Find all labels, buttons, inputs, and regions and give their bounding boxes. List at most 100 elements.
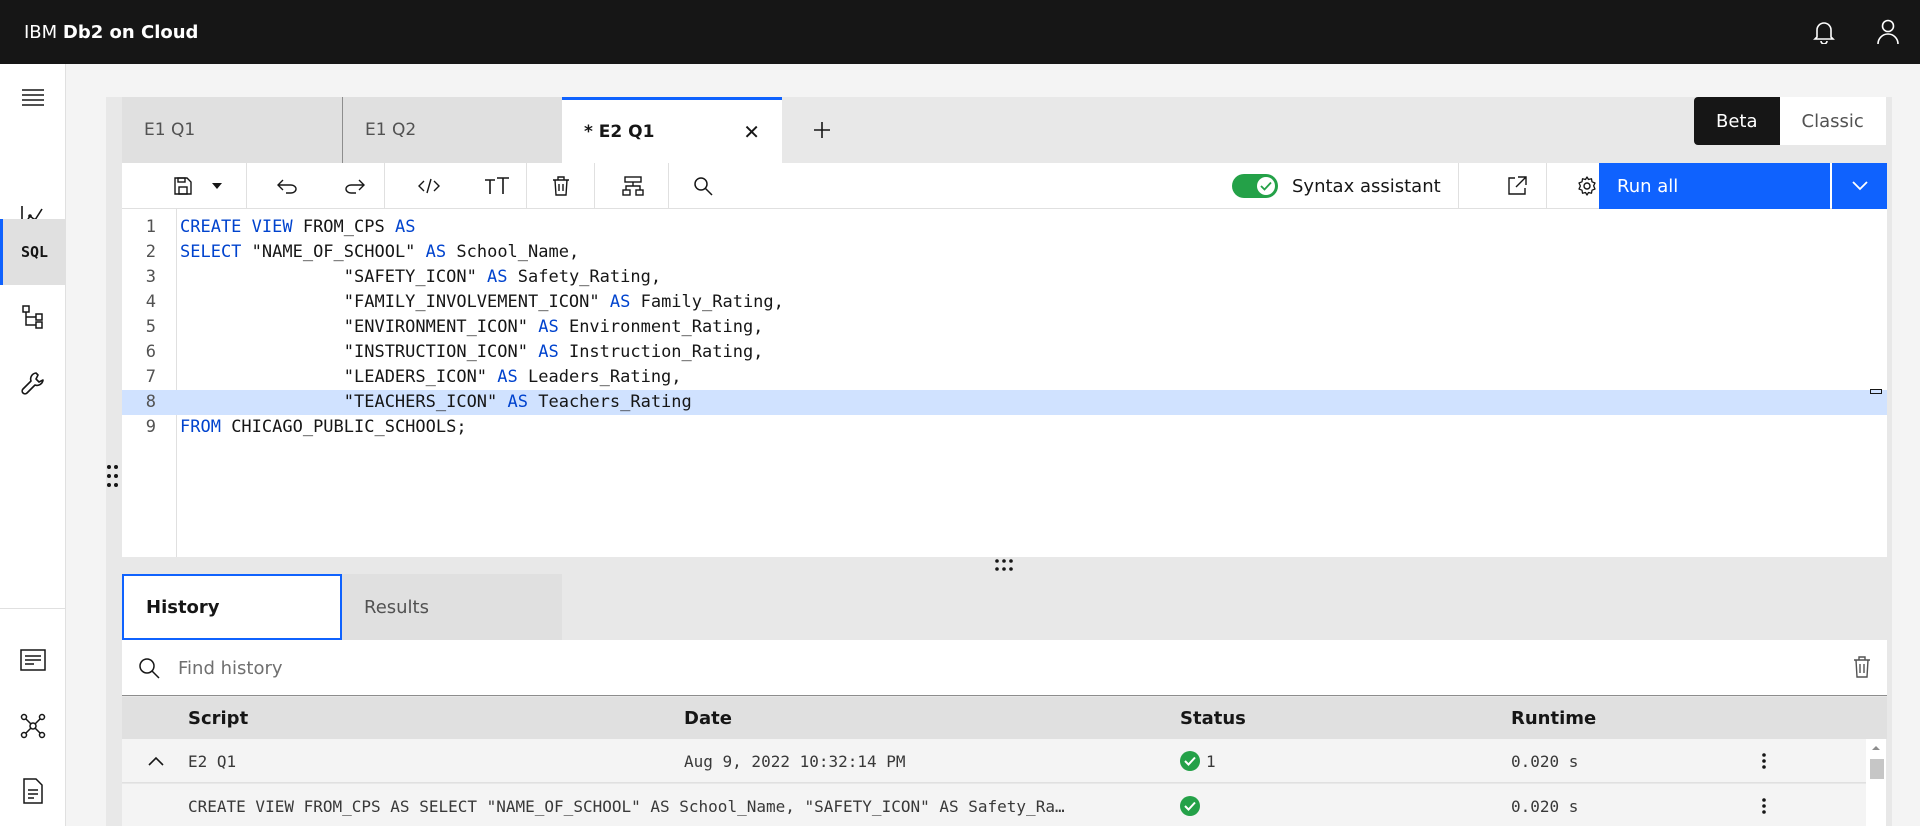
history-scrollbar[interactable] — [1866, 739, 1886, 826]
sql-token: "ENVIRONMENT_ICON" — [180, 317, 539, 337]
column-date[interactable]: Date — [684, 697, 732, 739]
sidebar-item-sql[interactable]: SQL — [0, 219, 66, 285]
syntax-assistant-label: Syntax assistant — [1292, 175, 1441, 197]
classic-button[interactable]: Classic — [1779, 97, 1886, 145]
code-line[interactable]: 8 "TEACHERS_ICON" AS Teachers_Rating — [122, 390, 1887, 415]
format-code-button[interactable] — [404, 163, 454, 209]
code-line[interactable]: 3 "SAFETY_ICON" AS Safety_Rating, — [122, 265, 1887, 290]
sql-token: "FAMILY_INVOLVEMENT_ICON" — [180, 292, 610, 312]
sql-token: Safety_Rating, — [507, 267, 662, 287]
overflow-menu-icon[interactable] — [1762, 784, 1766, 826]
code-line[interactable]: 1 CREATE VIEW FROM_CPS AS — [122, 215, 1887, 240]
tab-label: * E2 Q1 — [584, 121, 655, 142]
sql-token: Family_Rating, — [630, 292, 784, 312]
column-runtime[interactable]: Runtime — [1511, 697, 1596, 739]
sql-editor[interactable]: 1 CREATE VIEW FROM_CPS AS 2 SELECT "NAME_OF… — [122, 209, 1887, 557]
run-options-dropdown[interactable] — [1832, 163, 1887, 209]
sql-token: "LEADERS_ICON" — [180, 367, 498, 387]
code-line[interactable]: 7 "LEADERS_ICON" AS Leaders_Rating, — [122, 365, 1887, 390]
sql-token: "INSTRUCTION_ICON" — [180, 342, 539, 362]
toolbar-separator — [1458, 163, 1459, 209]
history-table-header: Script Date Status Runtime — [122, 697, 1887, 739]
document-icon[interactable] — [0, 758, 66, 824]
sql-token: "TEACHERS_ICON" — [180, 392, 508, 412]
sql-token: "SAFETY_ICON" — [180, 267, 488, 287]
line-number: 6 — [145, 342, 156, 362]
resize-handle-icon[interactable] — [994, 558, 1014, 572]
sql-token: Instruction_Rating, — [558, 342, 764, 362]
search-icon — [139, 658, 160, 679]
schema-tree-icon[interactable] — [0, 284, 66, 350]
trash-icon[interactable] — [1853, 656, 1871, 678]
code-text: CREATE VIEW FROM_CPS AS — [180, 215, 415, 240]
open-external-button[interactable] — [1492, 163, 1542, 209]
add-tab-button[interactable] — [782, 97, 862, 163]
code-line[interactable]: 2 SELECT "NAME_OF_SCHOOL" AS School_Name, — [122, 240, 1887, 265]
column-script[interactable]: Script — [188, 697, 248, 739]
run-all-button[interactable]: Run all — [1599, 163, 1830, 209]
save-icon — [174, 177, 192, 195]
app-brand[interactable]: IBM Db2 on Cloud — [24, 22, 198, 43]
column-status[interactable]: Status — [1180, 697, 1246, 739]
user-icon[interactable] — [1856, 0, 1920, 64]
toggle-switch[interactable] — [1232, 174, 1278, 198]
scroll-up-icon[interactable] — [1871, 745, 1881, 751]
network-icon[interactable] — [0, 693, 66, 759]
line-number: 1 — [145, 217, 156, 237]
sql-token: CHICAGO_PUBLIC_SCHOOLS; — [220, 417, 467, 437]
syntax-assistant-toggle[interactable]: Syntax assistant — [1232, 163, 1441, 209]
sql-token: Teachers_Rating — [528, 392, 692, 412]
sql-keyword: AS — [425, 242, 447, 262]
close-tab-icon[interactable]: ✕ — [743, 120, 760, 144]
console-icon[interactable] — [0, 627, 66, 693]
code-line[interactable]: 4 "FAMILY_INVOLVEMENT_ICON" AS Family_Ra… — [122, 290, 1887, 315]
overflow-menu-icon[interactable] — [1762, 739, 1766, 783]
query-tab-bar: E1 Q1 E1 Q2 * E2 Q1 ✕ — [122, 97, 862, 163]
font-size-button[interactable] — [472, 163, 522, 209]
notification-icon[interactable] — [1792, 0, 1856, 64]
redo-button[interactable] — [330, 163, 380, 209]
menu-icon[interactable] — [0, 64, 66, 130]
tab-e1-q2[interactable]: E1 Q2 — [342, 97, 562, 163]
success-icon — [1180, 796, 1200, 816]
find-button[interactable] — [678, 163, 728, 209]
history-search-input[interactable] — [178, 654, 1778, 682]
row-script: CREATE VIEW FROM_CPS AS SELECT "NAME_OF_… — [188, 796, 1065, 816]
scrollbar-thumb[interactable] — [1870, 759, 1884, 779]
beta-button[interactable]: Beta — [1694, 97, 1780, 145]
tab-e1-q1[interactable]: E1 Q1 — [122, 97, 342, 163]
undo-button[interactable] — [262, 163, 312, 209]
plus-icon — [814, 122, 830, 138]
table-row[interactable]: CREATE VIEW FROM_CPS AS SELECT "NAME_OF_… — [122, 784, 1867, 826]
code-line[interactable]: 6 "INSTRUCTION_ICON" AS Instruction_Rati… — [122, 340, 1887, 365]
caret-down-icon — [212, 183, 222, 189]
status-count: 1 — [1206, 751, 1216, 771]
save-options-dropdown[interactable] — [202, 163, 232, 209]
chevron-up-icon — [148, 756, 164, 766]
redo-icon — [345, 179, 365, 194]
line-number: 4 — [145, 292, 156, 312]
collapse-row-button[interactable] — [148, 739, 164, 783]
flowchart-icon — [622, 176, 644, 196]
tab-results[interactable]: Results — [342, 574, 562, 640]
save-button[interactable] — [166, 163, 200, 209]
code-line[interactable]: 9 FROM CHICAGO_PUBLIC_SCHOOLS; — [122, 415, 1887, 440]
row-script: E2 Q1 — [188, 751, 237, 771]
tab-history[interactable]: History — [122, 574, 342, 640]
code-line[interactable]: 5 "ENVIRONMENT_ICON" AS Environment_Rati… — [122, 315, 1887, 340]
sql-keyword: AS — [507, 392, 528, 412]
sql-token: "NAME_OF_SCHOOL" — [241, 242, 426, 262]
explain-plan-button[interactable] — [608, 163, 658, 209]
tab-e2-q1[interactable]: * E2 Q1 ✕ — [562, 97, 782, 163]
drag-handle-icon[interactable] — [106, 464, 120, 488]
wrench-icon[interactable] — [0, 350, 66, 416]
line-number: 9 — [145, 417, 156, 437]
clear-editor-button[interactable] — [536, 163, 586, 209]
code-icon — [418, 178, 440, 194]
code-text: "SAFETY_ICON" AS Safety_Rating, — [180, 265, 661, 290]
code-text: "INSTRUCTION_ICON" AS Instruction_Rating… — [180, 340, 764, 365]
sql-label: SQL — [20, 243, 49, 261]
line-number: 8 — [145, 392, 156, 412]
row-status: 1 — [1180, 739, 1216, 783]
table-row[interactable]: E2 Q1 Aug 9, 2022 10:32:14 PM 1 0.020 s — [122, 739, 1867, 783]
